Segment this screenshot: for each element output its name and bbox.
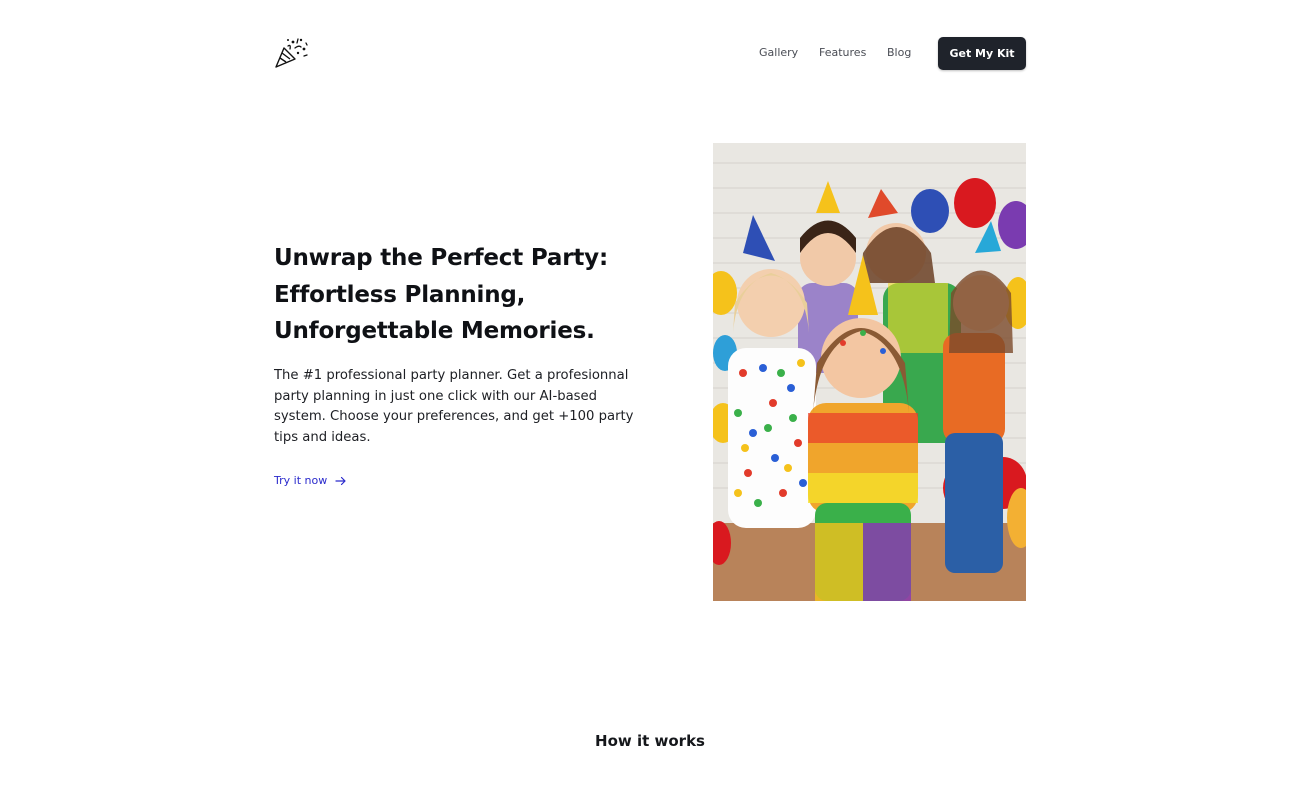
try-it-now-label: Try it now bbox=[274, 474, 328, 487]
arrow-right-icon bbox=[335, 476, 347, 486]
how-it-works-title: How it works bbox=[595, 732, 705, 750]
hero-image bbox=[713, 143, 1026, 601]
hero-title-line-1: Unwrap the Perfect Party: bbox=[274, 245, 608, 271]
hero-title: Unwrap the Perfect Party: Effortless Pla… bbox=[274, 240, 634, 350]
nav-link-gallery[interactable]: Gallery bbox=[759, 46, 798, 59]
hero-description: The #1 professional party planner. Get a… bbox=[274, 368, 634, 445]
try-it-now-link[interactable]: Try it now bbox=[274, 474, 347, 487]
get-my-kit-button[interactable]: Get My Kit bbox=[938, 37, 1026, 70]
hero-title-line-3: Unforgettable Memories. bbox=[274, 318, 595, 344]
main-nav: Gallery Features Blog Get My Kit bbox=[0, 37, 1300, 70]
nav-link-features[interactable]: Features bbox=[819, 46, 866, 59]
nav-link-blog[interactable]: Blog bbox=[887, 46, 911, 59]
hero-title-line-2: Effortless Planning, bbox=[274, 281, 526, 308]
